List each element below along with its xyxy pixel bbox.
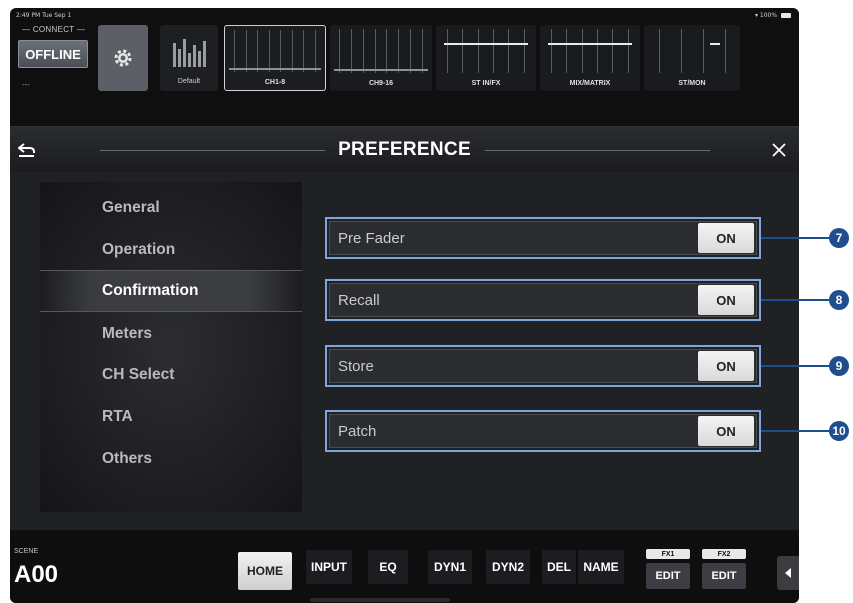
- default-layer-button[interactable]: Default: [160, 25, 218, 91]
- fx1-edit-button[interactable]: EDIT: [646, 563, 690, 589]
- sidebar-item-operation[interactable]: Operation: [40, 229, 302, 271]
- tab-dyn1[interactable]: DYN1: [428, 550, 472, 584]
- recall-toggle[interactable]: ON: [698, 285, 754, 315]
- tab-input[interactable]: INPUT: [306, 550, 352, 584]
- expand-tab[interactable]: [777, 556, 799, 590]
- callout-line: [761, 430, 831, 432]
- title-rule-right: [485, 150, 710, 151]
- status-time: 2:49 PM Tue Sep 1: [16, 12, 72, 19]
- bank-ch1-8[interactable]: CH1-8: [224, 25, 326, 91]
- bank-label: CH9-16: [368, 80, 394, 87]
- recall-label: Recall: [338, 291, 380, 309]
- sidebar-item-confirmation[interactable]: Confirmation: [40, 270, 302, 312]
- setup-button[interactable]: [98, 25, 148, 91]
- callout-line: [761, 365, 831, 367]
- battery-icon: [781, 13, 791, 18]
- bank-label: MIX/MATRIX: [569, 80, 611, 87]
- scene-name[interactable]: A00: [14, 561, 58, 589]
- connect-label: — CONNECT —: [22, 25, 86, 34]
- store-label: Store: [338, 357, 374, 375]
- bank-label: ST IN/FX: [471, 80, 501, 87]
- default-layer-label: Default: [177, 78, 201, 85]
- tab-eq[interactable]: EQ: [368, 550, 408, 584]
- tab-del[interactable]: DEL: [542, 550, 576, 584]
- meter-icon: [173, 39, 206, 67]
- sidebar-item-meters[interactable]: Meters: [40, 313, 302, 355]
- store-toggle[interactable]: ON: [698, 351, 754, 381]
- fx2-edit-button[interactable]: EDIT: [702, 563, 746, 589]
- battery-percent: 100%: [759, 12, 778, 19]
- bank-label: CH1-8: [264, 79, 286, 86]
- bank-label: ST/MON: [678, 80, 706, 87]
- patch-toggle[interactable]: ON: [698, 416, 754, 446]
- gear-icon: [114, 49, 132, 67]
- preference-header: PREFERENCE: [10, 126, 799, 172]
- home-button[interactable]: HOME: [238, 552, 292, 590]
- patch-label: Patch: [338, 422, 377, 440]
- pre-fader-row: Pre Fader ON: [325, 217, 761, 259]
- pre-fader-toggle[interactable]: ON: [698, 223, 754, 253]
- bottom-navigation: SCENE A00 HOME INPUT EQ DYN1 DYN2 DEL NA…: [10, 538, 799, 603]
- callout-number: 7: [829, 228, 849, 248]
- connection-status: ---: [22, 80, 30, 89]
- callout-number: 9: [829, 356, 849, 376]
- tab-name[interactable]: NAME: [578, 550, 624, 584]
- wifi-icon: ▾: [754, 12, 758, 19]
- bank-st-in-fx[interactable]: ST IN/FX: [436, 25, 536, 91]
- callout-line: [761, 237, 831, 239]
- offline-button[interactable]: OFFLINE: [18, 40, 88, 68]
- chevron-left-icon: [785, 568, 791, 578]
- scene-label: SCENE: [14, 548, 39, 555]
- recall-row: Recall ON: [325, 279, 761, 321]
- callout-number: 8: [829, 290, 849, 310]
- pre-fader-label: Pre Fader: [338, 229, 405, 247]
- close-icon: [772, 143, 786, 157]
- sidebar-item-ch-select[interactable]: CH Select: [40, 354, 302, 396]
- fx1-tag: FX1: [646, 549, 690, 559]
- store-row: Store ON: [325, 345, 761, 387]
- preference-sidebar: General Operation Confirmation Meters CH…: [40, 182, 302, 512]
- sidebar-item-rta[interactable]: RTA: [40, 396, 302, 438]
- fx2-tag: FX2: [702, 549, 746, 559]
- tab-dyn2[interactable]: DYN2: [486, 550, 530, 584]
- patch-row: Patch ON: [325, 410, 761, 452]
- sidebar-item-general[interactable]: General: [40, 187, 302, 229]
- battery-status: ▾ 100%: [755, 12, 791, 19]
- bank-st-mon[interactable]: ST/MON: [644, 25, 740, 91]
- bank-ch9-16[interactable]: CH9-16: [330, 25, 432, 91]
- preference-body: General Operation Confirmation Meters CH…: [10, 172, 799, 530]
- sidebar-item-others[interactable]: Others: [40, 438, 302, 480]
- app-window: 2:49 PM Tue Sep 1 ▾ 100% — CONNECT — OFF…: [10, 8, 799, 603]
- callout-line: [761, 299, 831, 301]
- bank-mix-matrix[interactable]: MIX/MATRIX: [540, 25, 640, 91]
- close-button[interactable]: [759, 130, 799, 170]
- home-indicator: [310, 598, 450, 602]
- callout-number: 10: [829, 421, 849, 441]
